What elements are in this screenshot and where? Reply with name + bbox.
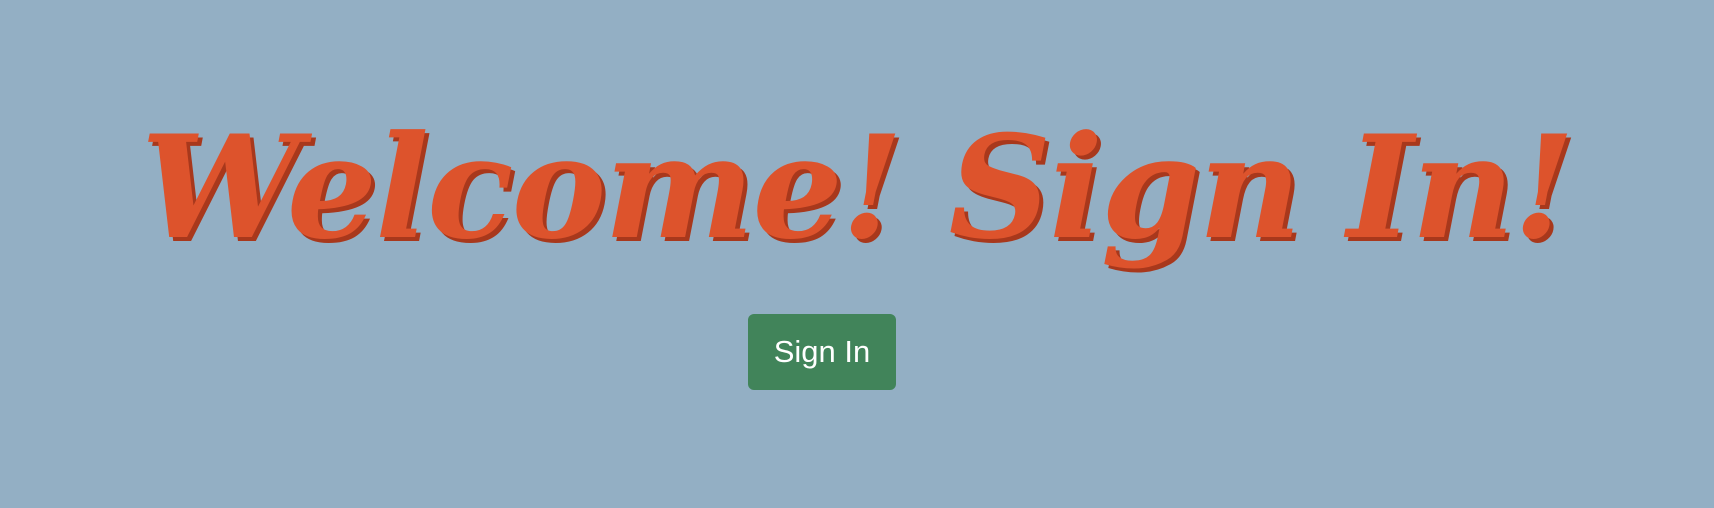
welcome-screen: Welcome! Sign In! Sign In bbox=[0, 0, 1714, 508]
sign-in-button[interactable]: Sign In bbox=[748, 314, 896, 390]
welcome-heading: Welcome! Sign In! bbox=[140, 105, 1575, 271]
